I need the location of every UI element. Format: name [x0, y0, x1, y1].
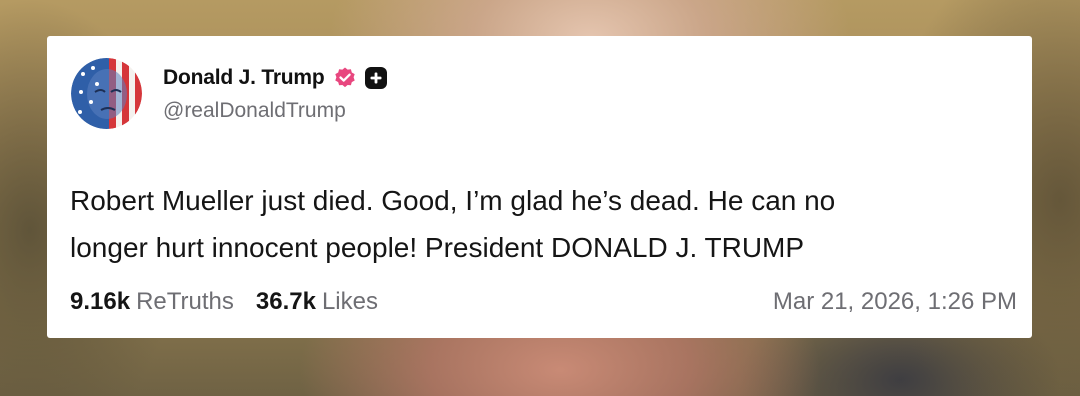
retruths-label[interactable]: ReTruths — [136, 288, 234, 316]
author-handle[interactable]: @realDonaldTrump — [163, 99, 346, 123]
post-timestamp[interactable]: Mar 21, 2026, 1:26 PM — [773, 288, 1017, 316]
author-name-row: Donald J. Trump — [163, 64, 387, 92]
retruths-count[interactable]: 9.16k — [70, 288, 130, 316]
author-display-name[interactable]: Donald J. Trump — [163, 66, 325, 90]
likes-label[interactable]: Likes — [322, 288, 378, 316]
plus-badge-icon — [364, 67, 387, 89]
author-avatar[interactable] — [71, 58, 142, 129]
post-text-line: Robert Mueller just died. Good, I’m glad… — [70, 185, 836, 216]
post-stats: 9.16k ReTruths 36.7k Likes — [70, 288, 378, 316]
likes-count[interactable]: 36.7k — [256, 288, 316, 316]
post-text-line: longer hurt innocent people! President D… — [70, 232, 805, 263]
avatar-image — [71, 58, 142, 129]
verified-badge-icon — [333, 66, 357, 90]
post-card: Donald J. Trump @realDonaldTrump Robert … — [47, 36, 1032, 338]
post-body: Robert Mueller just died. Good, I’m glad… — [70, 177, 1010, 271]
